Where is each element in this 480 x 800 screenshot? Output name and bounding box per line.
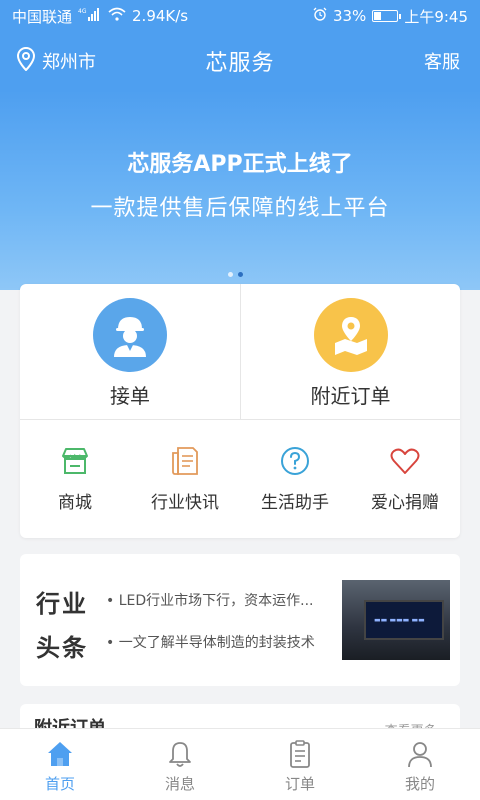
industry-news-button[interactable]: 行业快讯 bbox=[130, 420, 240, 538]
news-item[interactable]: • 一文了解半导体制造的封装技术 bbox=[106, 632, 344, 652]
bell-icon bbox=[165, 739, 195, 769]
banner-pagination bbox=[228, 272, 243, 277]
bottom-tab-bar: 首页 消息 订单 我的 bbox=[0, 728, 480, 800]
industry-headlines-card: 行业 头条 • LED行业市场下行，资本运作... • 一文了解半导体制造的封装… bbox=[20, 554, 460, 686]
clock: 上午9:45 bbox=[404, 7, 468, 26]
tab-messages-label: 消息 bbox=[164, 775, 195, 793]
banner-dot[interactable] bbox=[228, 272, 233, 277]
led-screen-graphic: ▬▬ ▬▬▬ ▬▬ bbox=[364, 600, 444, 640]
question-icon bbox=[280, 446, 310, 476]
take-order-button[interactable]: 接单 bbox=[20, 284, 240, 420]
life-assistant-label: 生活助手 bbox=[261, 493, 329, 513]
status-bar: 中国联通 4G 2.94K/s 33% 上午9:45 bbox=[0, 0, 480, 32]
battery-icon bbox=[372, 10, 402, 22]
top-header: 郑州市 芯服务 客服 bbox=[0, 32, 480, 90]
map-pin-icon bbox=[314, 298, 388, 372]
tab-orders[interactable]: 订单 bbox=[240, 729, 360, 800]
network-type-label: 4G bbox=[78, 8, 87, 15]
headline-tag-line1: 行业 bbox=[36, 590, 88, 618]
tab-profile[interactable]: 我的 bbox=[360, 729, 480, 800]
location-selector[interactable]: 郑州市 bbox=[16, 46, 96, 76]
shop-icon bbox=[60, 446, 90, 476]
battery-fill bbox=[374, 12, 382, 20]
alarm-icon bbox=[313, 7, 327, 25]
industry-news-label: 行业快讯 bbox=[151, 493, 219, 513]
tab-home-label: 首页 bbox=[44, 775, 75, 793]
screen-text: ▬▬ ▬▬▬ ▬▬ bbox=[374, 616, 425, 624]
news-item[interactable]: • LED行业市场下行，资本运作... bbox=[106, 590, 344, 610]
location-pin-icon bbox=[16, 46, 36, 76]
network-speed: 2.94K/s bbox=[132, 7, 189, 25]
life-assistant-button[interactable]: 生活助手 bbox=[240, 420, 350, 538]
banner-title: 芯服务APP正式上线了 bbox=[127, 152, 353, 177]
carrier-label: 中国联通 bbox=[12, 7, 73, 26]
tab-profile-label: 我的 bbox=[404, 775, 435, 793]
home-icon bbox=[45, 739, 75, 769]
worker-icon bbox=[93, 298, 167, 372]
charity-donation-label: 爱心捐赠 bbox=[371, 493, 439, 513]
banner-subtitle: 一款提供售后保障的线上平台 bbox=[90, 196, 390, 221]
wifi-icon bbox=[108, 7, 126, 25]
location-label: 郑州市 bbox=[42, 52, 96, 73]
clipboard-icon bbox=[285, 739, 315, 769]
signal-icon: 4G bbox=[78, 7, 102, 25]
document-icon bbox=[170, 446, 200, 476]
nearby-orders-label: 附近订单 bbox=[310, 384, 391, 408]
news-item-title: 一文了解半导体制造的封装技术 bbox=[118, 635, 315, 651]
shop-button[interactable]: 商城 bbox=[20, 420, 130, 538]
tab-home[interactable]: 首页 bbox=[0, 729, 120, 800]
tab-orders-label: 订单 bbox=[284, 775, 315, 793]
heart-icon bbox=[390, 446, 420, 476]
charity-donation-button[interactable]: 爱心捐赠 bbox=[350, 420, 460, 538]
headline-tag-line2: 头条 bbox=[36, 634, 88, 662]
take-order-label: 接单 bbox=[110, 384, 150, 408]
battery-percent: 33% bbox=[332, 7, 367, 25]
nearby-orders-button[interactable]: 附近订单 bbox=[240, 284, 460, 420]
news-thumbnail-image[interactable]: ▬▬ ▬▬▬ ▬▬ bbox=[342, 580, 450, 660]
promo-banner[interactable]: 芯服务APP正式上线了 一款提供售后保障的线上平台 bbox=[0, 90, 480, 290]
customer-service-button[interactable]: 客服 bbox=[424, 48, 460, 74]
shop-label: 商城 bbox=[58, 493, 92, 513]
main-actions-card: 接单 附近订单 商城 行业快讯 生活助手 爱心捐赠 bbox=[20, 284, 460, 538]
banner-dot-active[interactable] bbox=[238, 272, 243, 277]
news-item-title: LED行业市场下行，资本运作... bbox=[118, 593, 314, 609]
tab-messages[interactable]: 消息 bbox=[120, 729, 240, 800]
user-icon bbox=[405, 739, 435, 769]
